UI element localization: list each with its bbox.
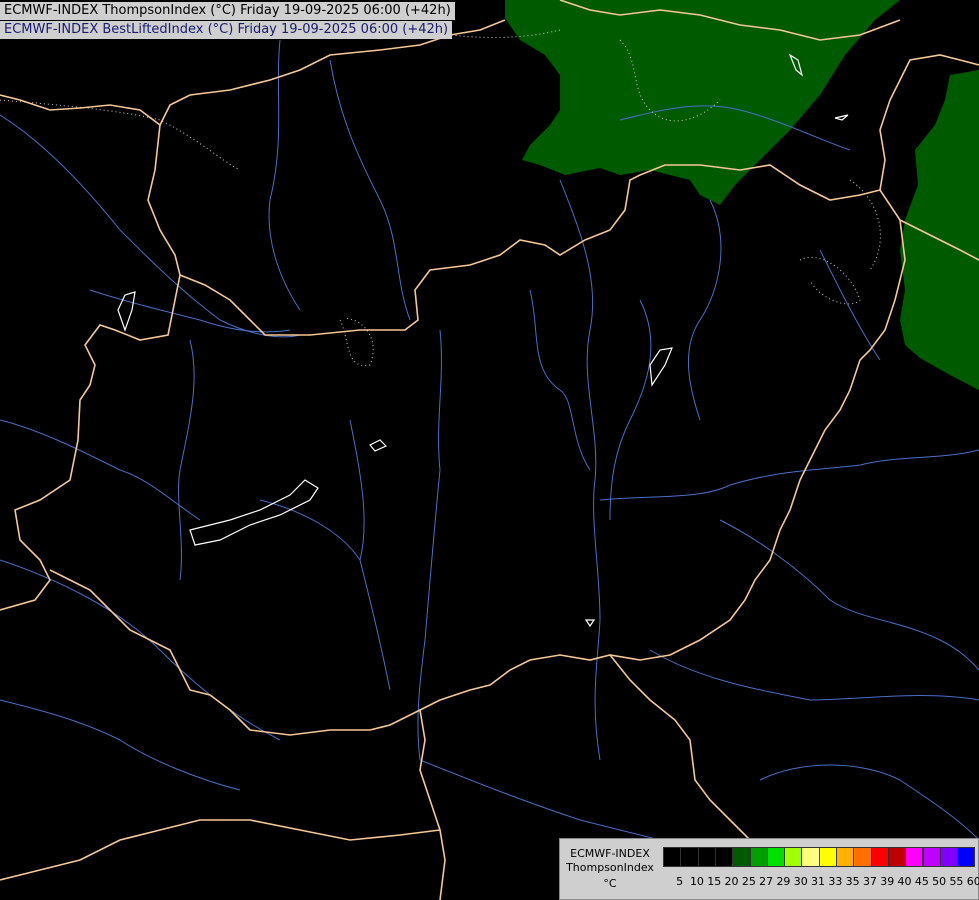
legend-swatch (749, 847, 768, 867)
legend-swatch (887, 847, 907, 867)
legend-swatch (853, 847, 872, 867)
legend-swatch (836, 847, 855, 867)
legend-index-label: ThompsonIndex (566, 861, 654, 874)
legend-unit-label: °C (603, 877, 617, 890)
legend-swatch (870, 847, 889, 867)
legend-swatch (714, 847, 734, 867)
legend-swatch (905, 847, 924, 867)
legend-swatch (939, 847, 959, 867)
map-title-best-lifted-index: ECMWF-INDEX BestLiftedIndex (°C) Friday … (0, 21, 453, 39)
legend-swatch (680, 847, 699, 867)
color-legend: ECMWF-INDEX ThompsonIndex °C 5 10 15 20 25 27… (559, 838, 979, 900)
legend-swatch (801, 847, 820, 867)
legend-swatch (732, 847, 751, 867)
legend-swatch (922, 847, 941, 867)
legend-swatch (818, 847, 837, 867)
weather-map (0, 0, 979, 900)
legend-swatch (766, 847, 786, 867)
map-title-thompson-index: ECMWF-INDEX ThompsonIndex (°C) Friday 19… (0, 2, 455, 20)
legend-swatch (784, 847, 803, 867)
legend-swatch (663, 847, 682, 867)
legend-model-label: ECMWF-INDEX (570, 847, 650, 860)
legend-swatch (957, 847, 976, 867)
legend-tick-label: 60 (966, 875, 979, 888)
legend-swatch (697, 847, 716, 867)
